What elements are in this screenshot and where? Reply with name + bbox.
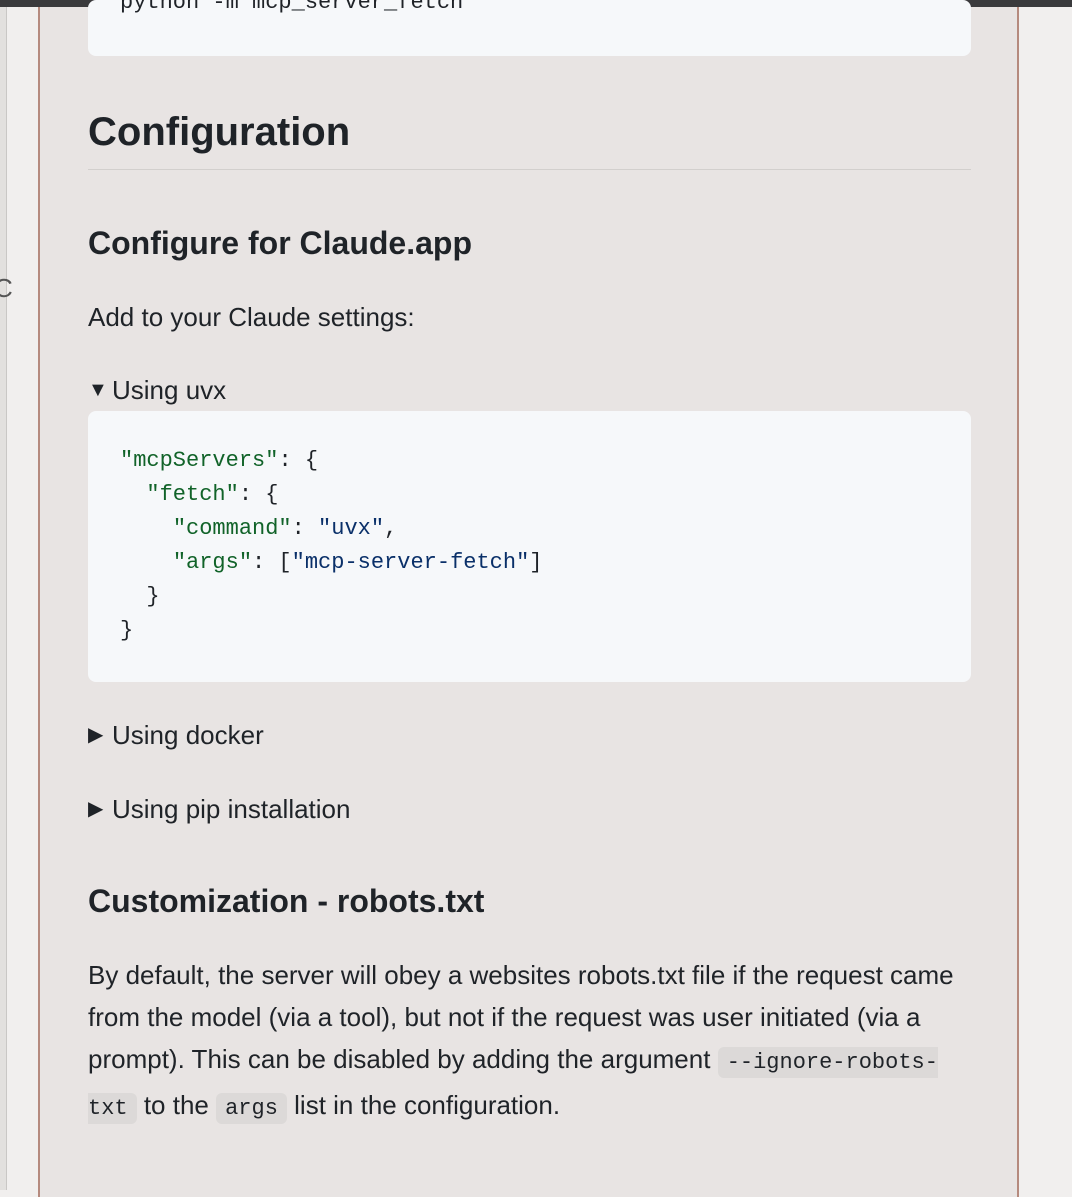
details-docker-summary[interactable]: ▶ Using docker bbox=[88, 718, 264, 752]
install-code-text: python -m mcp_server_fetch bbox=[120, 0, 464, 15]
configure-claude-heading: Configure for Claude.app bbox=[88, 225, 472, 261]
customization-robots-heading: Customization - robots.txt bbox=[88, 883, 485, 919]
intro-paragraph: Add to your Claude settings: bbox=[88, 302, 415, 332]
uvx-config-code-block: "mcpServers": { "fetch": { "command": "u… bbox=[88, 411, 971, 682]
details-pip-label: Using pip installation bbox=[112, 794, 351, 824]
details-uvx-label: Using uvx bbox=[112, 375, 227, 405]
expanded-triangle-icon: ▼ bbox=[88, 379, 108, 401]
args-inline-code: args bbox=[216, 1093, 287, 1124]
left-edge-strip: C bbox=[0, 7, 13, 1190]
collapsed-triangle-icon: ▶ bbox=[88, 798, 104, 820]
collapsed-triangle-icon: ▶ bbox=[88, 724, 104, 746]
details-uvx-summary[interactable]: ▼ Using uvx bbox=[88, 373, 226, 407]
details-docker-label: Using docker bbox=[112, 720, 264, 750]
customization-paragraph: By default, the server will obey a websi… bbox=[88, 954, 971, 1130]
configuration-heading: Configuration bbox=[88, 110, 351, 154]
readme-panel: python -m mcp_server_fetch Configuration… bbox=[38, 0, 1019, 1197]
left-edge-glyph: C bbox=[0, 273, 13, 303]
heading-divider bbox=[88, 169, 971, 170]
install-code-block: python -m mcp_server_fetch bbox=[88, 0, 971, 56]
details-pip-summary[interactable]: ▶ Using pip installation bbox=[88, 792, 350, 826]
